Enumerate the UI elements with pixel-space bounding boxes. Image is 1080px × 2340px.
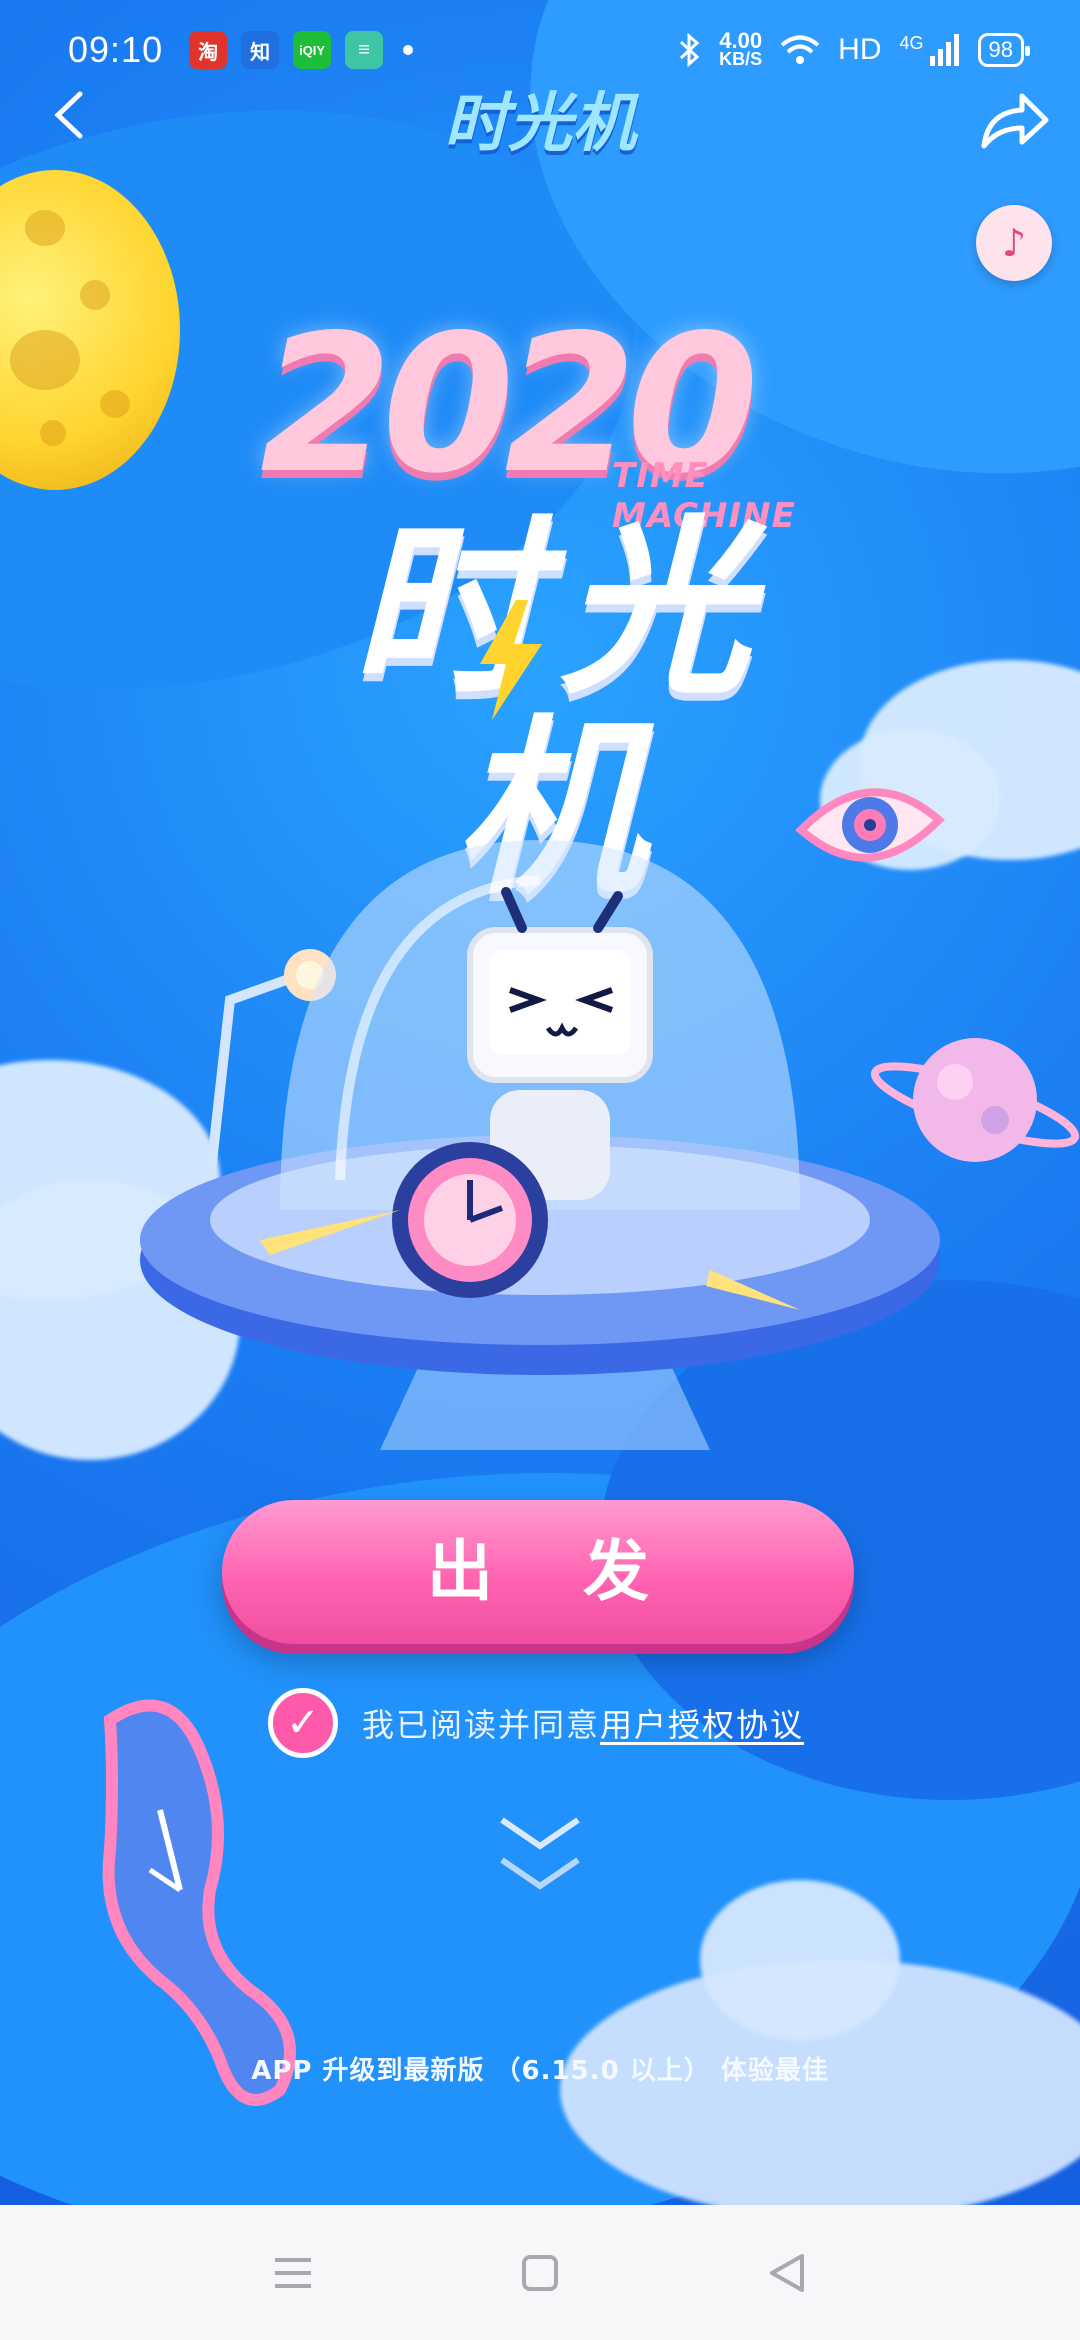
app-icon: ≡ xyxy=(345,31,384,69)
home-square-icon xyxy=(521,2254,558,2291)
more-notifications-icon xyxy=(403,45,414,55)
lightning-bolt-icon xyxy=(480,600,542,720)
hd-label: HD xyxy=(838,33,882,66)
menu-button[interactable] xyxy=(258,2238,328,2308)
zhihu-icon: 知 xyxy=(241,31,280,69)
battery-indicator: 98 xyxy=(977,33,1031,67)
home-button[interactable] xyxy=(505,2238,575,2308)
cloud-decoration xyxy=(700,1880,900,2040)
logo-main-title: 时光机 xyxy=(349,499,770,920)
signal-icon xyxy=(929,34,959,66)
header-title: 时光机 xyxy=(444,87,636,161)
taobao-icon: 淘 xyxy=(189,31,228,69)
agreement-link[interactable]: 用户授权协议 xyxy=(600,1700,804,1746)
double-chevron-down-icon[interactable] xyxy=(490,1810,590,1900)
time-machine-page: 09:10 淘 知 iQIY ≡ 4.00 KB/S HD 4G 98 时光机 … xyxy=(0,0,1080,2205)
signal-label: 4G xyxy=(899,32,924,53)
status-time: 09:10 xyxy=(68,29,164,70)
iqiyi-icon: iQIY xyxy=(293,31,332,69)
music-note-icon: ♪ xyxy=(1001,221,1027,265)
ufo-illustration xyxy=(140,840,940,1450)
music-button[interactable]: ♪ xyxy=(976,205,1052,281)
network-speed: 4.00 KB/S xyxy=(719,28,763,69)
back-triangle-icon xyxy=(769,2253,804,2292)
back-button[interactable] xyxy=(40,90,100,150)
bluetooth-icon xyxy=(680,33,700,67)
agree-text: 我已阅读并同意 xyxy=(362,1706,601,1744)
melting-clock-decoration xyxy=(102,1699,296,2106)
share-button[interactable] xyxy=(978,88,1050,154)
system-nav-bar xyxy=(0,2205,1080,2340)
nav-back-button[interactable] xyxy=(752,2238,822,2308)
footer-version-note: APP 升级到最新版 （6.15.0 以上） 体验最佳 xyxy=(251,2056,829,2086)
wifi-icon xyxy=(780,35,820,64)
share-icon xyxy=(981,93,1049,149)
menu-icon xyxy=(275,2257,312,2288)
chevron-left-icon xyxy=(54,91,83,139)
start-button[interactable]: 出发 xyxy=(222,1500,854,1644)
